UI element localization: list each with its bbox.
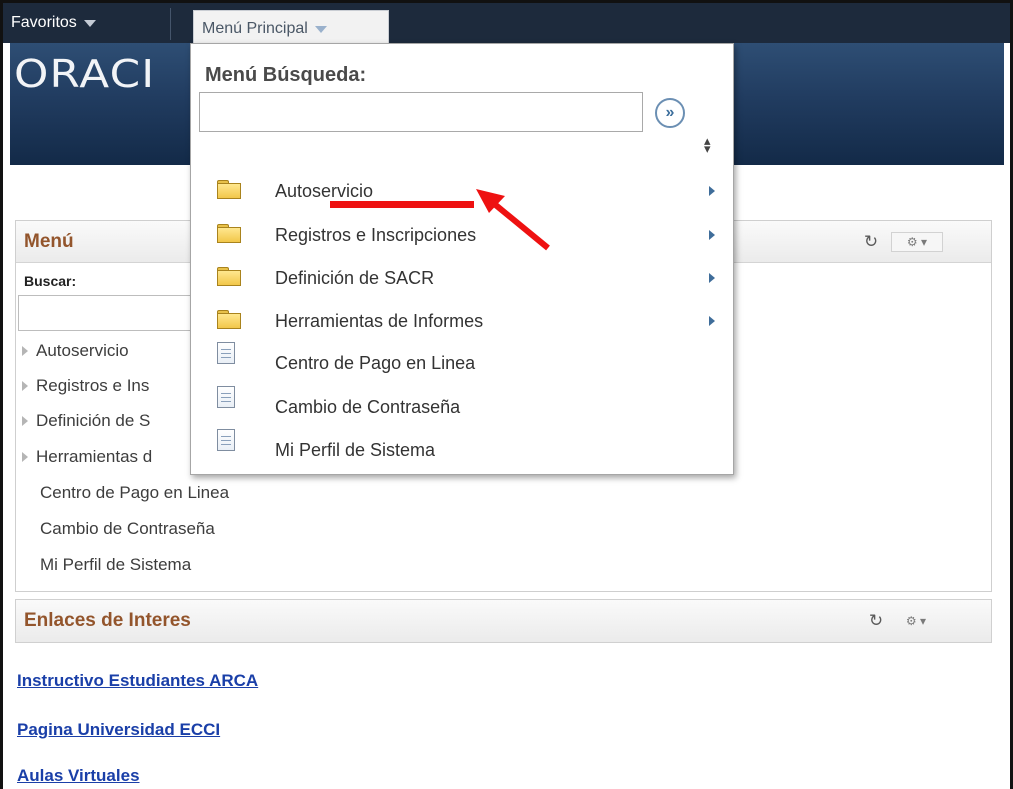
dropdown-item-centro-pago[interactable]: Centro de Pago en Linea xyxy=(191,342,735,384)
menu-tree-item-cambio-contrasena[interactable]: Cambio de Contraseña xyxy=(40,517,215,541)
menu-tree-item-label: Mi Perfil de Sistema xyxy=(40,555,192,574)
expand-arrow-icon xyxy=(22,346,28,356)
enlaces-pagelet-tools: ↻ ⚙ ▾ xyxy=(866,611,942,631)
chevron-down-icon: ▾ xyxy=(921,235,928,249)
menu-pagelet-tools: ↻ ⚙ ▾ xyxy=(861,232,943,252)
menu-tree-item-definicion[interactable]: Definición de S xyxy=(20,409,150,433)
enlaces-pagelet: Enlaces de Interes ↻ ⚙ ▾ xyxy=(15,599,992,643)
dropdown-item-definicion-sacr[interactable]: Definición de SACR xyxy=(191,259,735,299)
menu-tree-item-label: Autoservicio xyxy=(36,341,129,360)
dropdown-item-mi-perfil[interactable]: Mi Perfil de Sistema xyxy=(191,429,735,471)
dropdown-item-label: Definición de SACR xyxy=(275,268,435,288)
gear-icon: ⚙ xyxy=(906,235,918,249)
expand-arrow-icon xyxy=(22,452,28,462)
menu-principal-label: Menú Principal xyxy=(202,19,308,37)
top-nav-bar: Favoritos Menú Principal xyxy=(3,3,1010,46)
page-icon xyxy=(217,429,235,451)
oracle-logo: ORACI xyxy=(14,52,156,96)
pagelet-options-button[interactable]: ⚙ ▾ xyxy=(890,611,942,631)
dropdown-item-cambio-contrasena[interactable]: Cambio de Contraseña xyxy=(191,386,735,428)
dropdown-item-registros[interactable]: Registros e Inscripciones xyxy=(191,216,735,256)
favoritos-menu[interactable]: Favoritos xyxy=(11,3,96,43)
enlaces-pagelet-title: Enlaces de Interes xyxy=(24,610,191,631)
expand-arrow-icon xyxy=(22,381,28,391)
menu-principal-button[interactable]: Menú Principal xyxy=(193,10,389,46)
submenu-arrow-icon xyxy=(709,273,715,283)
menu-search-label: Buscar: xyxy=(24,273,77,289)
menu-tree-item-label: Herramientas d xyxy=(36,447,153,466)
menu-tree-item-herramientas[interactable]: Herramientas d xyxy=(20,445,152,469)
menu-tree-item-label: Registros e Ins xyxy=(36,376,150,395)
dropdown-item-autoservicio[interactable]: Autoservicio xyxy=(191,172,735,212)
menu-busqueda-title: Menú Búsqueda: xyxy=(205,64,367,86)
dropdown-item-label: Cambio de Contraseña xyxy=(275,397,461,417)
menu-tree-item-label: Definición de S xyxy=(36,411,151,430)
submenu-arrow-icon xyxy=(709,186,715,196)
menu-tree-item-label: Cambio de Contraseña xyxy=(40,519,215,538)
expand-arrow-icon xyxy=(22,416,28,426)
menu-busqueda-input[interactable] xyxy=(199,92,643,132)
dropdown-item-label: Autoservicio xyxy=(275,181,374,201)
menu-pagelet-title: Menú xyxy=(24,231,74,252)
dropdown-item-label: Herramientas de Informes xyxy=(275,311,484,331)
menu-tree-item-centro-pago[interactable]: Centro de Pago en Linea xyxy=(40,481,229,505)
page-icon xyxy=(217,342,235,364)
submenu-arrow-icon xyxy=(709,316,715,326)
pagelet-options-button[interactable]: ⚙ ▾ xyxy=(891,232,943,252)
favoritos-label: Favoritos xyxy=(11,14,77,31)
submenu-arrow-icon xyxy=(709,230,715,240)
refresh-icon[interactable]: ↻ xyxy=(866,611,886,631)
dropdown-item-label: Registros e Inscripciones xyxy=(275,225,477,245)
menu-tree-item-label: Centro de Pago en Linea xyxy=(40,483,230,502)
nav-divider xyxy=(170,8,171,40)
refresh-icon[interactable]: ↻ xyxy=(861,232,881,252)
link-instructivo-estudiantes[interactable]: Instructivo Estudiantes ARCA xyxy=(17,671,258,691)
menu-tree-item-mi-perfil[interactable]: Mi Perfil de Sistema xyxy=(40,553,191,577)
dropdown-item-label: Centro de Pago en Linea xyxy=(275,353,476,373)
link-pagina-universidad[interactable]: Pagina Universidad ECCI xyxy=(17,720,220,740)
folder-icon xyxy=(217,224,241,243)
chevron-down-icon: ▾ xyxy=(920,614,927,628)
menu-tree-item-registros[interactable]: Registros e Ins xyxy=(20,374,149,398)
go-search-icon[interactable]: » xyxy=(655,98,685,128)
dropdown-item-herramientas[interactable]: Herramientas de Informes xyxy=(191,302,735,342)
menu-tree-item-autoservicio[interactable]: Autoservicio xyxy=(20,339,129,363)
gear-icon: ⚙ xyxy=(905,614,917,628)
folder-icon xyxy=(217,267,241,286)
dropdown-item-label: Mi Perfil de Sistema xyxy=(275,440,436,460)
folder-icon xyxy=(217,180,241,199)
page-icon xyxy=(217,386,235,408)
folder-icon xyxy=(217,310,241,329)
link-aulas-virtuales[interactable]: Aulas Virtuales xyxy=(17,766,140,786)
chevron-down-icon xyxy=(314,25,327,33)
sort-icon[interactable]: ▴ ▾ xyxy=(704,134,711,155)
menu-principal-dropdown: Menú Búsqueda: » ▴ ▾ Autoservicio Registr… xyxy=(190,43,734,475)
chevron-down-icon xyxy=(83,20,96,27)
